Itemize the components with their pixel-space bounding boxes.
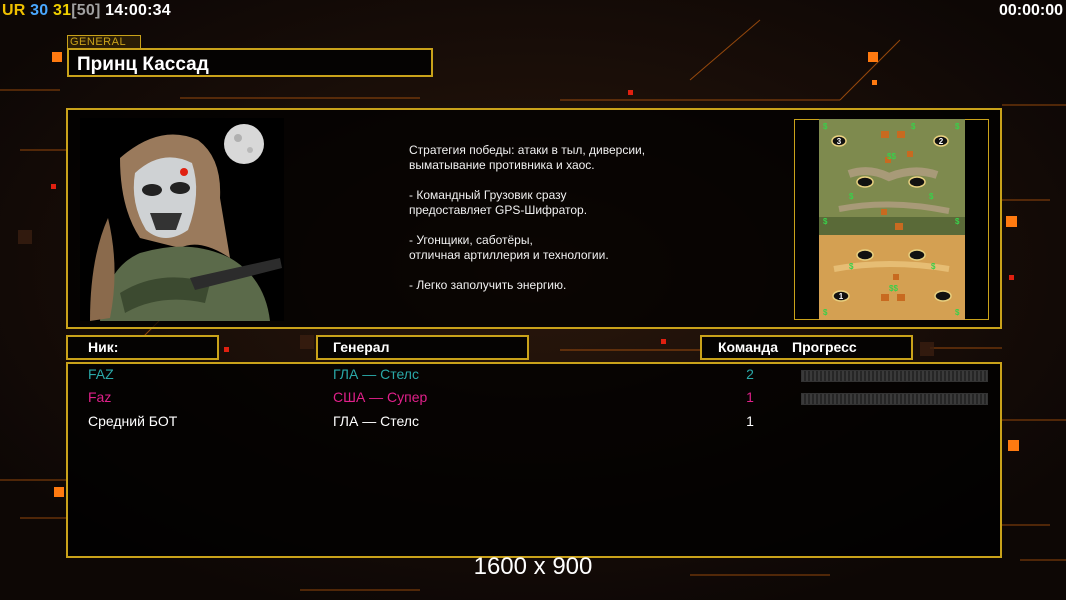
svg-text:$: $ (955, 122, 960, 131)
general-portrait (80, 118, 284, 321)
map-slot-label: 1 (839, 292, 844, 301)
players-list: FAZ ГЛА — Стелс 2 Faz США — Супер 1 Сред… (66, 362, 1002, 558)
player-team: 2 (746, 366, 754, 382)
hud-clock: 14:00:34 (105, 2, 171, 19)
header-general: Генерал (316, 335, 529, 360)
player-general: ГЛА — Стелс (333, 366, 419, 382)
svg-text:$$: $$ (887, 152, 896, 161)
player-nick: Faz (88, 389, 112, 405)
player-general: США — Супер (333, 389, 428, 405)
player-row: FAZ ГЛА — Стелс 2 (68, 366, 1000, 386)
header-nick: Ник: (66, 335, 219, 360)
resolution-label: 1600 x 900 (473, 553, 593, 580)
description-line: - Угонщики, саботёры, отличная артиллери… (409, 233, 609, 262)
hud-stats: UR 30 31[50] 14:00:34 (2, 2, 171, 20)
header-progress: Прогресс (792, 339, 857, 355)
hud-count-blue: 30 (30, 2, 49, 19)
player-row: Средний БОТ ГЛА — Стелс 1 (68, 413, 1000, 433)
svg-text:$: $ (911, 122, 916, 131)
player-team: 1 (746, 389, 754, 405)
hud-timer: 00:00:00 (998, 2, 1063, 19)
hud-tag: UR (2, 2, 26, 19)
general-description: Стратегия победы: атаки в тыл, диверсии,… (409, 143, 739, 308)
player-nick: FAZ (88, 366, 114, 382)
svg-text:$: $ (849, 262, 854, 271)
description-line: - Легко заполучить энергию. (409, 278, 567, 292)
svg-text:$$: $$ (889, 284, 898, 293)
hud-count-grey: [50] (71, 2, 101, 19)
player-row: Faz США — Супер 1 (68, 389, 1000, 409)
description-line: Стратегия победы: атаки в тыл, диверсии,… (409, 143, 646, 172)
header-team: Команда (718, 339, 778, 355)
svg-text:$: $ (929, 192, 934, 201)
player-progress-bar (801, 393, 988, 405)
player-team: 1 (746, 413, 754, 429)
svg-text:$: $ (955, 217, 960, 226)
map-preview: $ $ $ $$$ $ $ $ $ $ $$$ $ 3 2 1 (819, 119, 965, 320)
svg-text:$: $ (955, 308, 960, 317)
map-slot-label: 3 (837, 137, 842, 146)
player-general: ГЛА — Стелс (333, 413, 419, 429)
header-team-progress: Команда Прогресс (700, 335, 913, 360)
general-name: Принц Кассад (67, 48, 433, 77)
svg-text:$: $ (931, 262, 936, 271)
svg-text:$: $ (823, 122, 828, 131)
hud-count-yellow: 31 (53, 2, 72, 19)
svg-text:$: $ (823, 217, 828, 226)
svg-text:$: $ (849, 192, 854, 201)
player-nick: Средний БОТ (88, 413, 178, 429)
player-progress-bar (801, 370, 988, 382)
map-slot-label: 2 (939, 137, 944, 146)
description-line: - Командный Грузовик сразу предоставляет… (409, 188, 588, 217)
svg-text:$: $ (823, 308, 828, 317)
